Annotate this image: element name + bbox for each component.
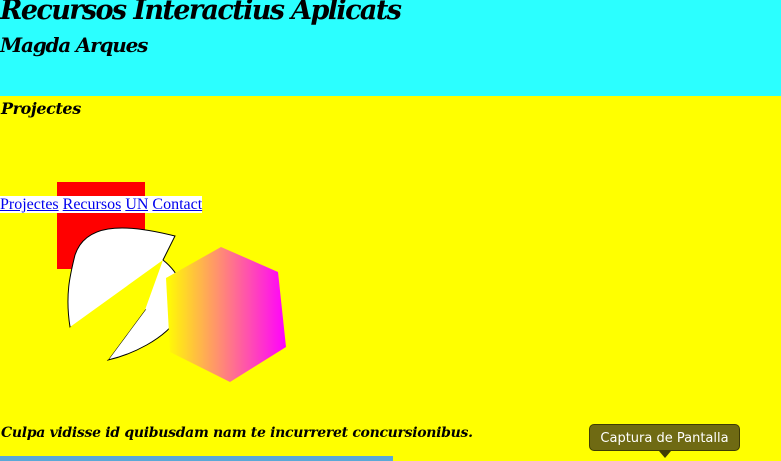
decorative-shapes (57, 182, 286, 382)
gradient-hexagon-shape (166, 247, 286, 382)
tooltip-arrow-icon (659, 451, 671, 458)
main-navigation: Projectes Recursos UN Contact (0, 195, 203, 214)
nav-link-un[interactable]: UN (125, 196, 149, 213)
screenshot-tooltip: Captura de Pantalla (589, 424, 740, 451)
bottom-bar (0, 456, 393, 461)
nav-link-contact[interactable]: Contact (152, 196, 203, 213)
nav-link-projectes[interactable]: Projectes (0, 196, 59, 213)
nav-link-recursos[interactable]: Recursos (62, 196, 122, 213)
tagline: Culpa vidisse id quibusdam nam te incurr… (1, 425, 473, 441)
